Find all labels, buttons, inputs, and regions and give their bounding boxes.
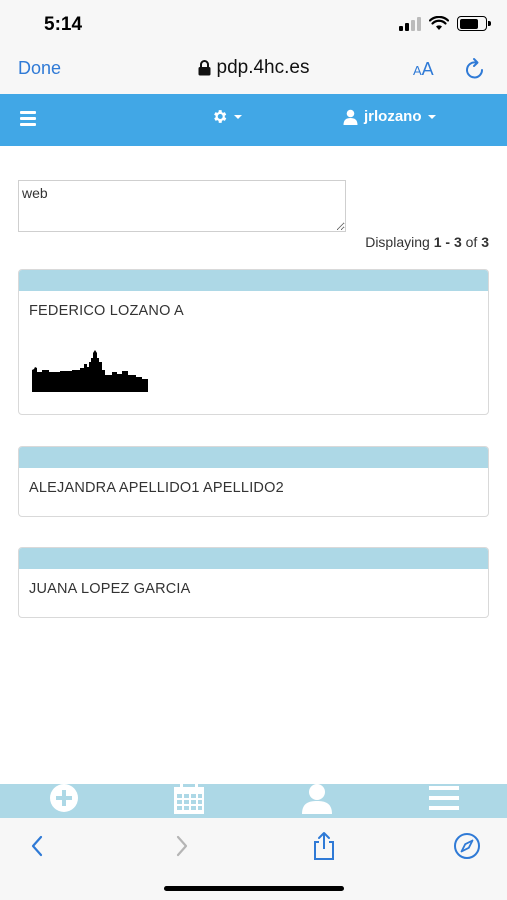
city-skyline-image — [32, 350, 148, 392]
compass-icon[interactable] — [451, 830, 483, 862]
result-name: FEDERICO LOZANO A — [29, 303, 184, 319]
chevron-down-icon — [427, 114, 436, 119]
screen: 5:14 Done pdp.4hc.es AA jrlozano web Dis… — [0, 0, 507, 900]
pagination-prefix: Displaying — [365, 234, 434, 250]
menu-icon — [429, 786, 459, 810]
profile-tab[interactable] — [287, 784, 347, 818]
card-header — [19, 270, 488, 291]
username: jrlozano — [364, 108, 422, 125]
pagination-total: 3 — [481, 234, 489, 250]
status-bar: 5:14 — [0, 0, 507, 48]
gear-icon — [214, 110, 227, 123]
home-indicator — [164, 886, 344, 891]
url-text: pdp.4hc.es — [216, 57, 310, 78]
calendar-tab[interactable] — [159, 784, 219, 818]
card-header — [19, 548, 488, 569]
text-size-button[interactable]: AA — [413, 59, 434, 80]
status-icons — [399, 16, 491, 31]
result-card[interactable]: ALEJANDRA APELLIDO1 APELLIDO2 — [18, 446, 489, 517]
app-tab-bar — [0, 784, 507, 818]
add-tab[interactable] — [34, 784, 94, 818]
battery-icon — [457, 16, 491, 31]
forward-chevron-icon[interactable] — [165, 830, 197, 862]
search-input[interactable] — [18, 180, 346, 232]
pagination-separator: - — [441, 234, 454, 250]
reload-icon[interactable] — [463, 56, 487, 82]
result-card[interactable]: JUANA LOPEZ GARCIA — [18, 547, 489, 618]
user-icon — [343, 109, 358, 125]
text-size-large-label: A — [421, 59, 434, 79]
result-card[interactable]: FEDERICO LOZANO A — [18, 269, 489, 415]
settings-dropdown[interactable] — [211, 108, 242, 125]
result-name: ALEJANDRA APELLIDO1 APELLIDO2 — [29, 480, 284, 496]
add-circle-icon — [50, 784, 78, 812]
text-size-small-label: A — [413, 63, 422, 78]
back-chevron-icon[interactable] — [22, 830, 54, 862]
app-navbar: jrlozano — [0, 94, 507, 146]
browser-bottom-bar — [0, 818, 507, 900]
result-name: JUANA LOPEZ GARCIA — [29, 581, 191, 597]
user-icon — [302, 784, 332, 814]
browser-top-bar: Done pdp.4hc.es AA — [0, 48, 507, 94]
user-dropdown[interactable]: jrlozano — [343, 108, 436, 125]
chevron-down-icon — [234, 114, 242, 119]
cellular-signal-icon — [399, 16, 421, 31]
wifi-icon — [429, 16, 449, 30]
hamburger-menu-icon[interactable] — [20, 111, 36, 127]
pagination-to: 3 — [453, 234, 462, 250]
pagination-info: Displaying 1 - 3 of 3 — [365, 234, 489, 250]
card-header — [19, 447, 488, 468]
share-icon[interactable] — [308, 830, 340, 862]
calendar-icon — [174, 784, 204, 814]
status-time: 5:14 — [44, 14, 83, 35]
menu-tab[interactable] — [414, 784, 474, 818]
pagination-of: of — [461, 234, 482, 250]
lock-icon — [198, 60, 211, 76]
